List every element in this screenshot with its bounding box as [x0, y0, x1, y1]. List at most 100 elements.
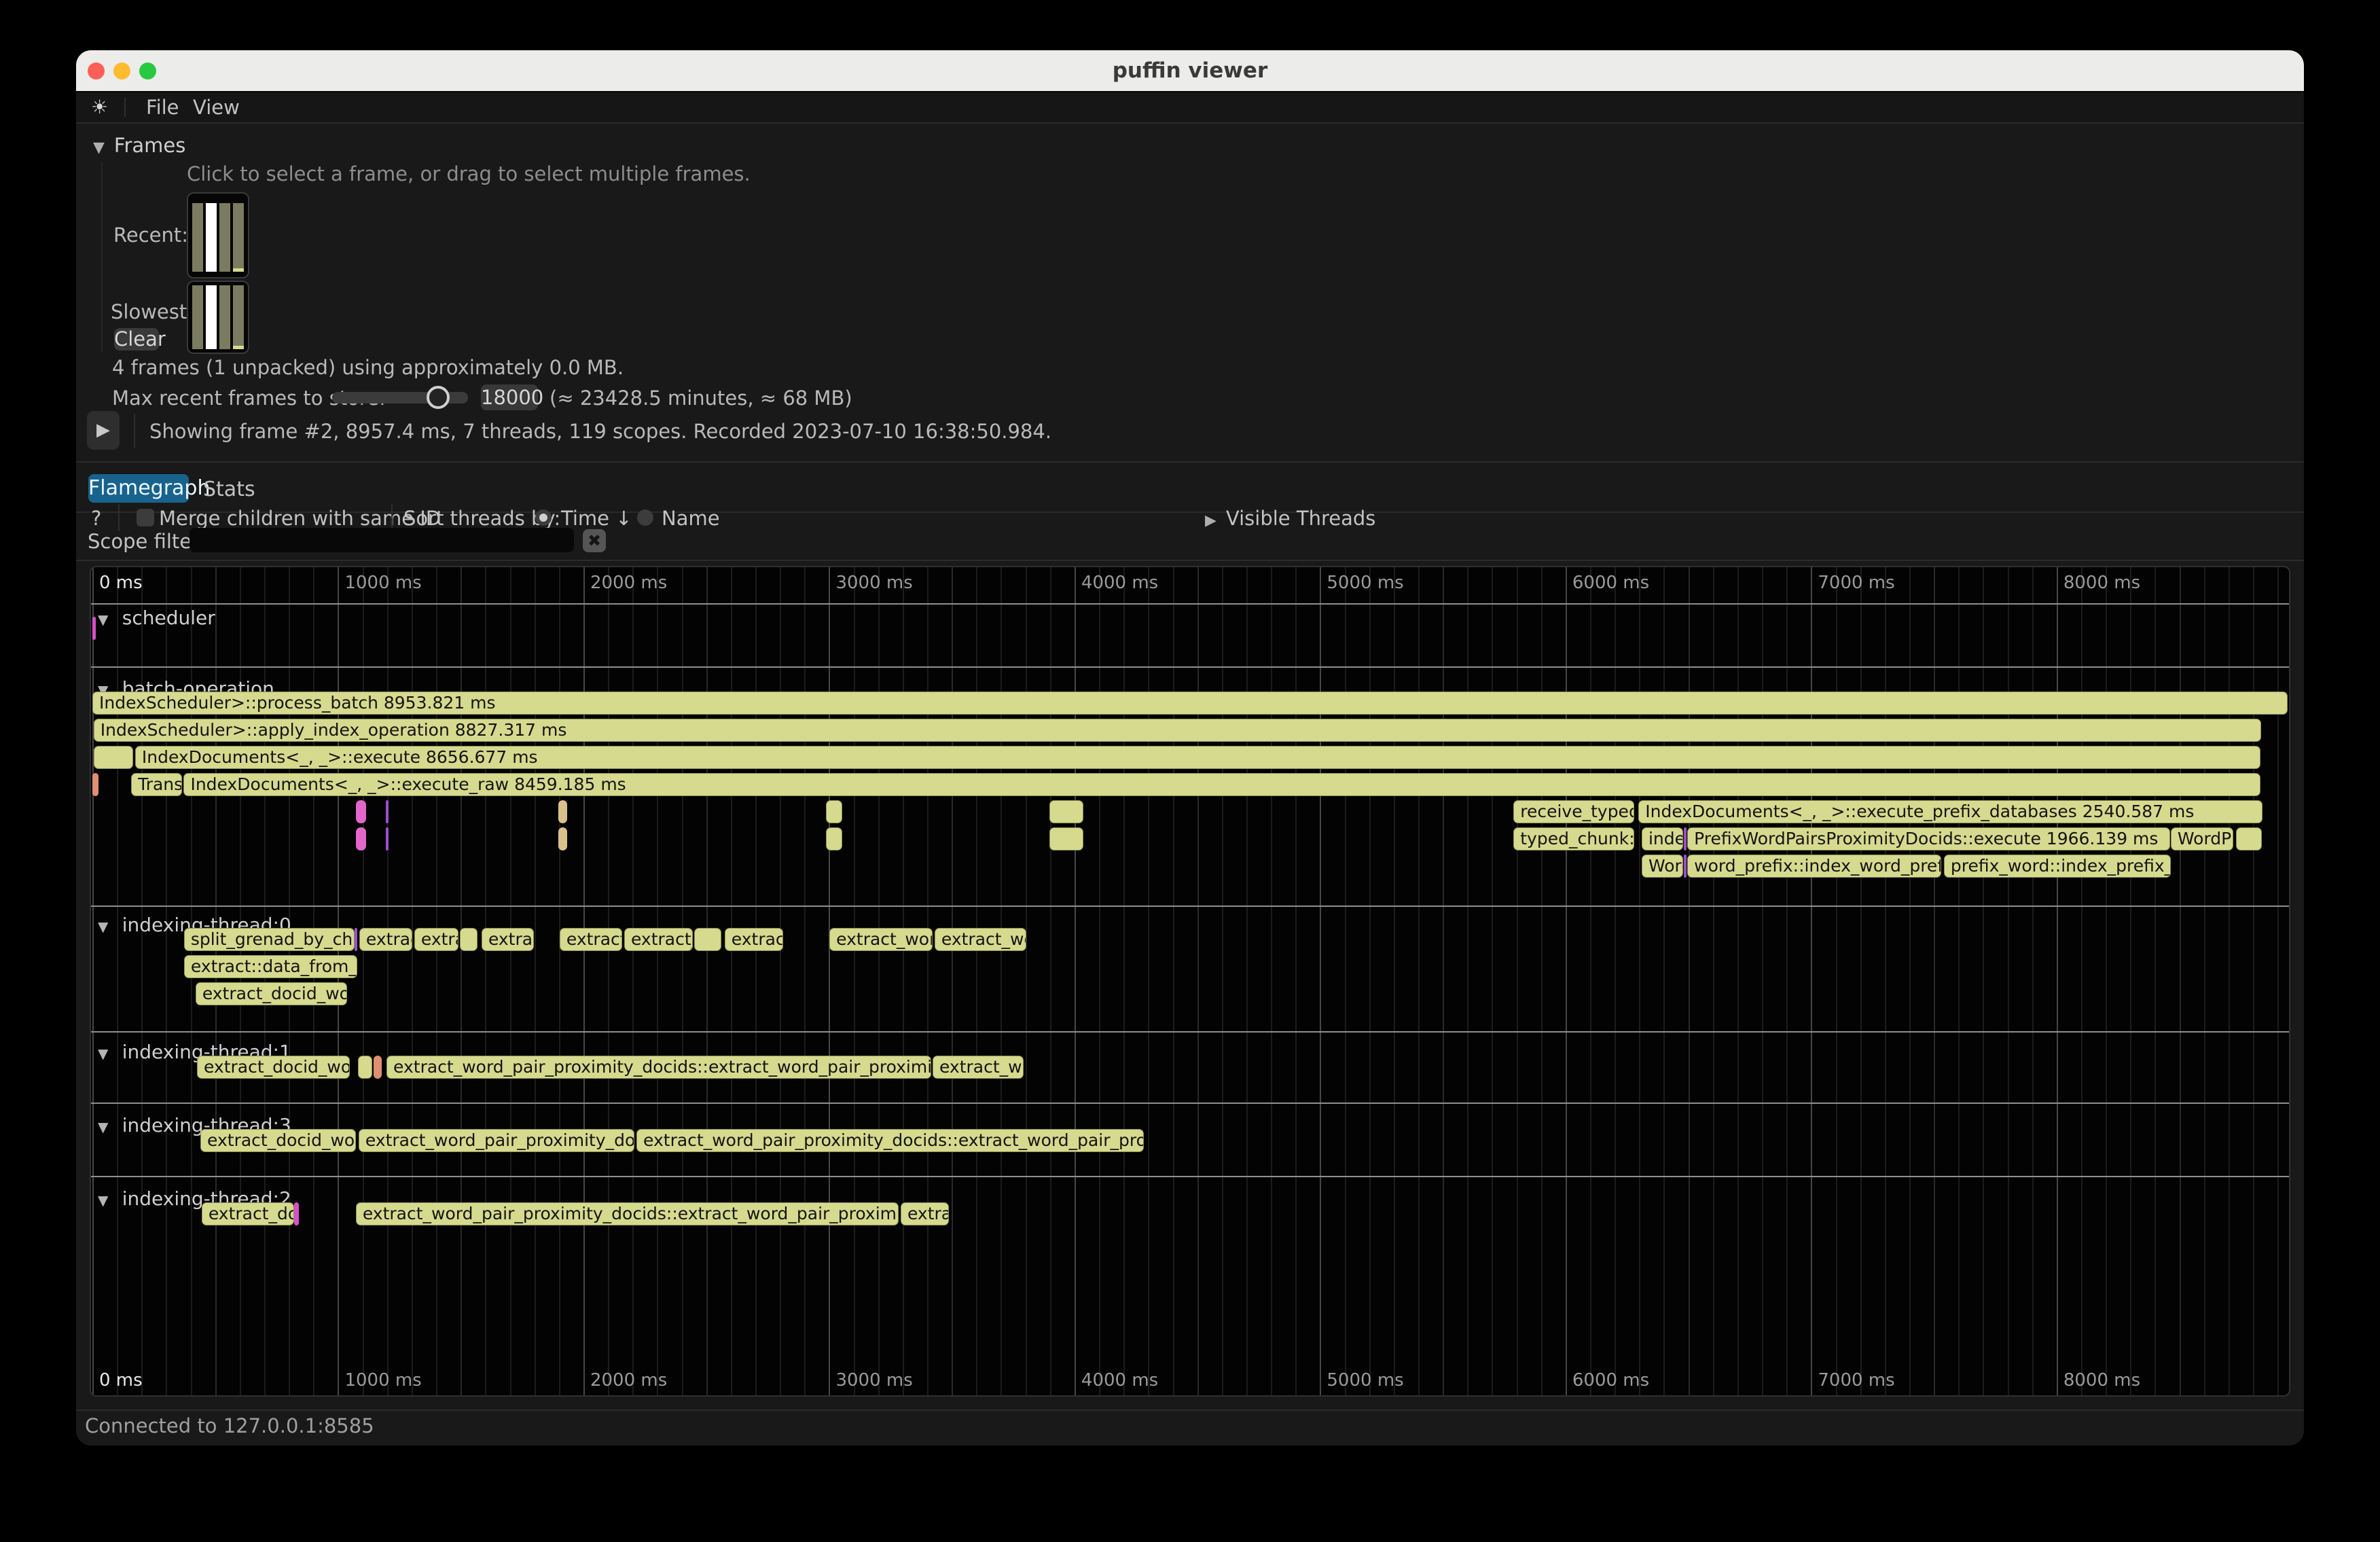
- flamegraph-scope-bar[interactable]: receive_typed_: [1513, 800, 1634, 823]
- clear-button[interactable]: Clear: [114, 328, 159, 351]
- visible-threads-header[interactable]: ▶Visible Threads: [1205, 507, 1375, 530]
- flamegraph-scope-bar[interactable]: extract_w: [624, 928, 693, 951]
- flamegraph-scope-bar[interactable]: extract_wo: [935, 928, 1026, 951]
- frame-thumbnail-tip: [233, 346, 244, 349]
- frame-thumbnail-bar[interactable]: [219, 285, 230, 349]
- flamegraph-scope-bar[interactable]: Trans: [131, 773, 182, 796]
- tab-flamegraph[interactable]: Flamegraph: [88, 474, 189, 503]
- flamegraph-scope-bar[interactable]: extract_docid_word: [196, 982, 347, 1005]
- ruler-tick-label: 5000 ms: [1327, 573, 1403, 593]
- flamegraph-scope-bar[interactable]: extract_word: [829, 928, 933, 951]
- slowest-frames-thumbnail[interactable]: [187, 281, 249, 354]
- flamegraph-scope-bar[interactable]: extract_word_pair_proximity_docids::extr…: [356, 1202, 899, 1225]
- flamegraph-scope-bar[interactable]: extract_doc: [202, 1202, 294, 1225]
- merge-checkbox[interactable]: [137, 509, 154, 526]
- flamegraph-scope-bar[interactable]: extract_docid_word: [197, 1056, 350, 1079]
- frame-thumbnail-bar[interactable]: [219, 203, 230, 272]
- flamegraph-scope-bar[interactable]: [94, 746, 133, 769]
- flamegraph-canvas[interactable]: 0 ms1000 ms2000 ms3000 ms4000 ms5000 ms6…: [90, 566, 2290, 1397]
- separator: [76, 461, 2304, 463]
- flamegraph-scope-bar[interactable]: [558, 827, 567, 850]
- flamegraph-scope-bar[interactable]: extract: [359, 928, 412, 951]
- collapse-triangle-icon: ▼: [98, 1192, 113, 1208]
- flamegraph-scope-bar[interactable]: extract_wo: [933, 1056, 1024, 1079]
- merge-label[interactable]: Merge children with same ID: [159, 507, 441, 530]
- sort-time-label[interactable]: Time ↓: [561, 507, 632, 530]
- theme-toggle-icon[interactable]: ☀: [91, 92, 108, 122]
- frame-thumbnail-bar[interactable]: [192, 203, 203, 272]
- frame-thumbnail-bar[interactable]: [233, 203, 244, 272]
- flamegraph-scope-bar[interactable]: PrefixWordPairsProximityDocids::execute …: [1687, 827, 2170, 850]
- flamegraph-scope-bar[interactable]: IndexDocuments<_, _>::execute_prefix_dat…: [1638, 800, 2262, 823]
- flamegraph-scope-bar[interactable]: [1684, 827, 1687, 850]
- slider-knob[interactable]: [427, 386, 450, 409]
- flamegraph-scope-bar[interactable]: [460, 928, 477, 951]
- recent-frames-thumbnail[interactable]: [187, 192, 249, 279]
- ruler-tick-label: 4000 ms: [1081, 1370, 1158, 1391]
- scope-filter-input[interactable]: [190, 528, 574, 552]
- flamegraph-scope-bar[interactable]: extra: [414, 928, 458, 951]
- flamegraph-scope-bar[interactable]: [558, 800, 567, 823]
- frames-section-header[interactable]: ▼Frames: [93, 134, 185, 157]
- flamegraph-scope-bar[interactable]: [826, 827, 842, 850]
- play-button[interactable]: ▶: [87, 411, 120, 450]
- menu-file[interactable]: File: [146, 92, 179, 122]
- title-bar[interactable]: puffin viewer: [76, 50, 2304, 92]
- frame-thumbnail-bar[interactable]: [206, 285, 217, 349]
- flamegraph-scope-bar[interactable]: extract_: [560, 928, 622, 951]
- ruler-tick-label: 2000 ms: [590, 573, 667, 593]
- flamegraph-scope-bar[interactable]: [92, 617, 96, 640]
- flamegraph-scope-bar[interactable]: prefix_word::index_prefix_wo: [1944, 855, 2171, 878]
- sort-time-radio[interactable]: [535, 509, 552, 526]
- frame-thumbnail-bar[interactable]: [233, 285, 244, 349]
- flamegraph-scope-bar[interactable]: [92, 773, 98, 796]
- flamegraph-scope-bar[interactable]: [356, 827, 366, 850]
- flamegraph-scope-bar[interactable]: split_grenad_by_chun: [184, 928, 355, 951]
- flamegraph-scope-bar[interactable]: [358, 1056, 372, 1079]
- flamegraph-scope-bar[interactable]: IndexScheduler>::process_batch 8953.821 …: [92, 692, 2288, 715]
- flamegraph-scope-bar[interactable]: extrac: [482, 928, 534, 951]
- flamegraph-scope-bar[interactable]: IndexDocuments<_, _>::execute_raw 8459.1…: [183, 773, 2260, 796]
- sort-name-radio[interactable]: [637, 509, 653, 526]
- flamegraph-scope-bar[interactable]: extract_docid_word: [200, 1129, 356, 1152]
- flamegraph-scope-bar[interactable]: extract_word_pair_proximity_docids: [359, 1129, 634, 1152]
- play-divider: [134, 414, 135, 448]
- frame-thumbnail-bar[interactable]: [206, 203, 217, 272]
- flamegraph-scope-bar[interactable]: [356, 800, 366, 823]
- flamegraph-scope-bar[interactable]: [826, 800, 842, 823]
- frame-thumbnail-bar[interactable]: [192, 285, 203, 349]
- flamegraph-scope-bar[interactable]: extract::data_from_ob: [184, 955, 357, 978]
- flamegraph-scope-bar[interactable]: [355, 928, 357, 951]
- flamegraph-scope-bar[interactable]: [386, 827, 389, 850]
- flamegraph-scope-bar[interactable]: word_prefix::index_word_prefix_: [1687, 855, 1941, 878]
- flamegraph-scope-bar[interactable]: extract_word_pair_proximity_docids::extr…: [386, 1056, 931, 1079]
- flamegraph-scope-bar[interactable]: [1049, 800, 1083, 823]
- sort-name-label[interactable]: Name: [662, 507, 720, 530]
- flamegraph-scope-bar[interactable]: typed_chunk::w: [1513, 827, 1634, 850]
- ruler-tick-label: 8000 ms: [2063, 573, 2140, 593]
- thread-header[interactable]: ▼ scheduler: [98, 607, 215, 629]
- separator: [76, 560, 2304, 561]
- flamegraph-scope-bar[interactable]: [294, 1202, 299, 1225]
- max-frames-value[interactable]: 18000: [481, 384, 538, 410]
- help-button[interactable]: ?: [91, 507, 101, 530]
- flamegraph-scope-bar[interactable]: extract: [725, 928, 783, 951]
- flamegraph-scope-bar[interactable]: [386, 800, 389, 823]
- flamegraph-scope-bar[interactable]: Word: [1642, 855, 1683, 878]
- flamegraph-scope-bar[interactable]: extract_word_pair_proximity_docids::extr…: [636, 1129, 1144, 1152]
- grid-line: [92, 567, 94, 1395]
- tab-stats[interactable]: Stats: [203, 478, 255, 501]
- flamegraph-scope-bar[interactable]: IndexScheduler>::apply_index_operation 8…: [94, 719, 2261, 742]
- clear-filter-button[interactable]: ✖: [583, 529, 606, 552]
- flamegraph-scope-bar[interactable]: WordPr: [2171, 827, 2233, 850]
- flamegraph-scope-bar[interactable]: [1049, 827, 1083, 850]
- flamegraph-scope-bar[interactable]: IndexDocuments<_, _>::execute 8656.677 m…: [135, 746, 2260, 769]
- recent-label: Recent:: [113, 223, 188, 247]
- flamegraph-scope-bar[interactable]: [2236, 827, 2262, 850]
- menu-view[interactable]: View: [193, 92, 240, 122]
- flamegraph-scope-bar[interactable]: index: [1642, 827, 1683, 850]
- flamegraph-scope-bar[interactable]: [374, 1056, 382, 1079]
- flamegraph-scope-bar[interactable]: extrac: [901, 1202, 949, 1225]
- flamegraph-scope-bar[interactable]: [1684, 855, 1687, 878]
- flamegraph-scope-bar[interactable]: [694, 928, 721, 951]
